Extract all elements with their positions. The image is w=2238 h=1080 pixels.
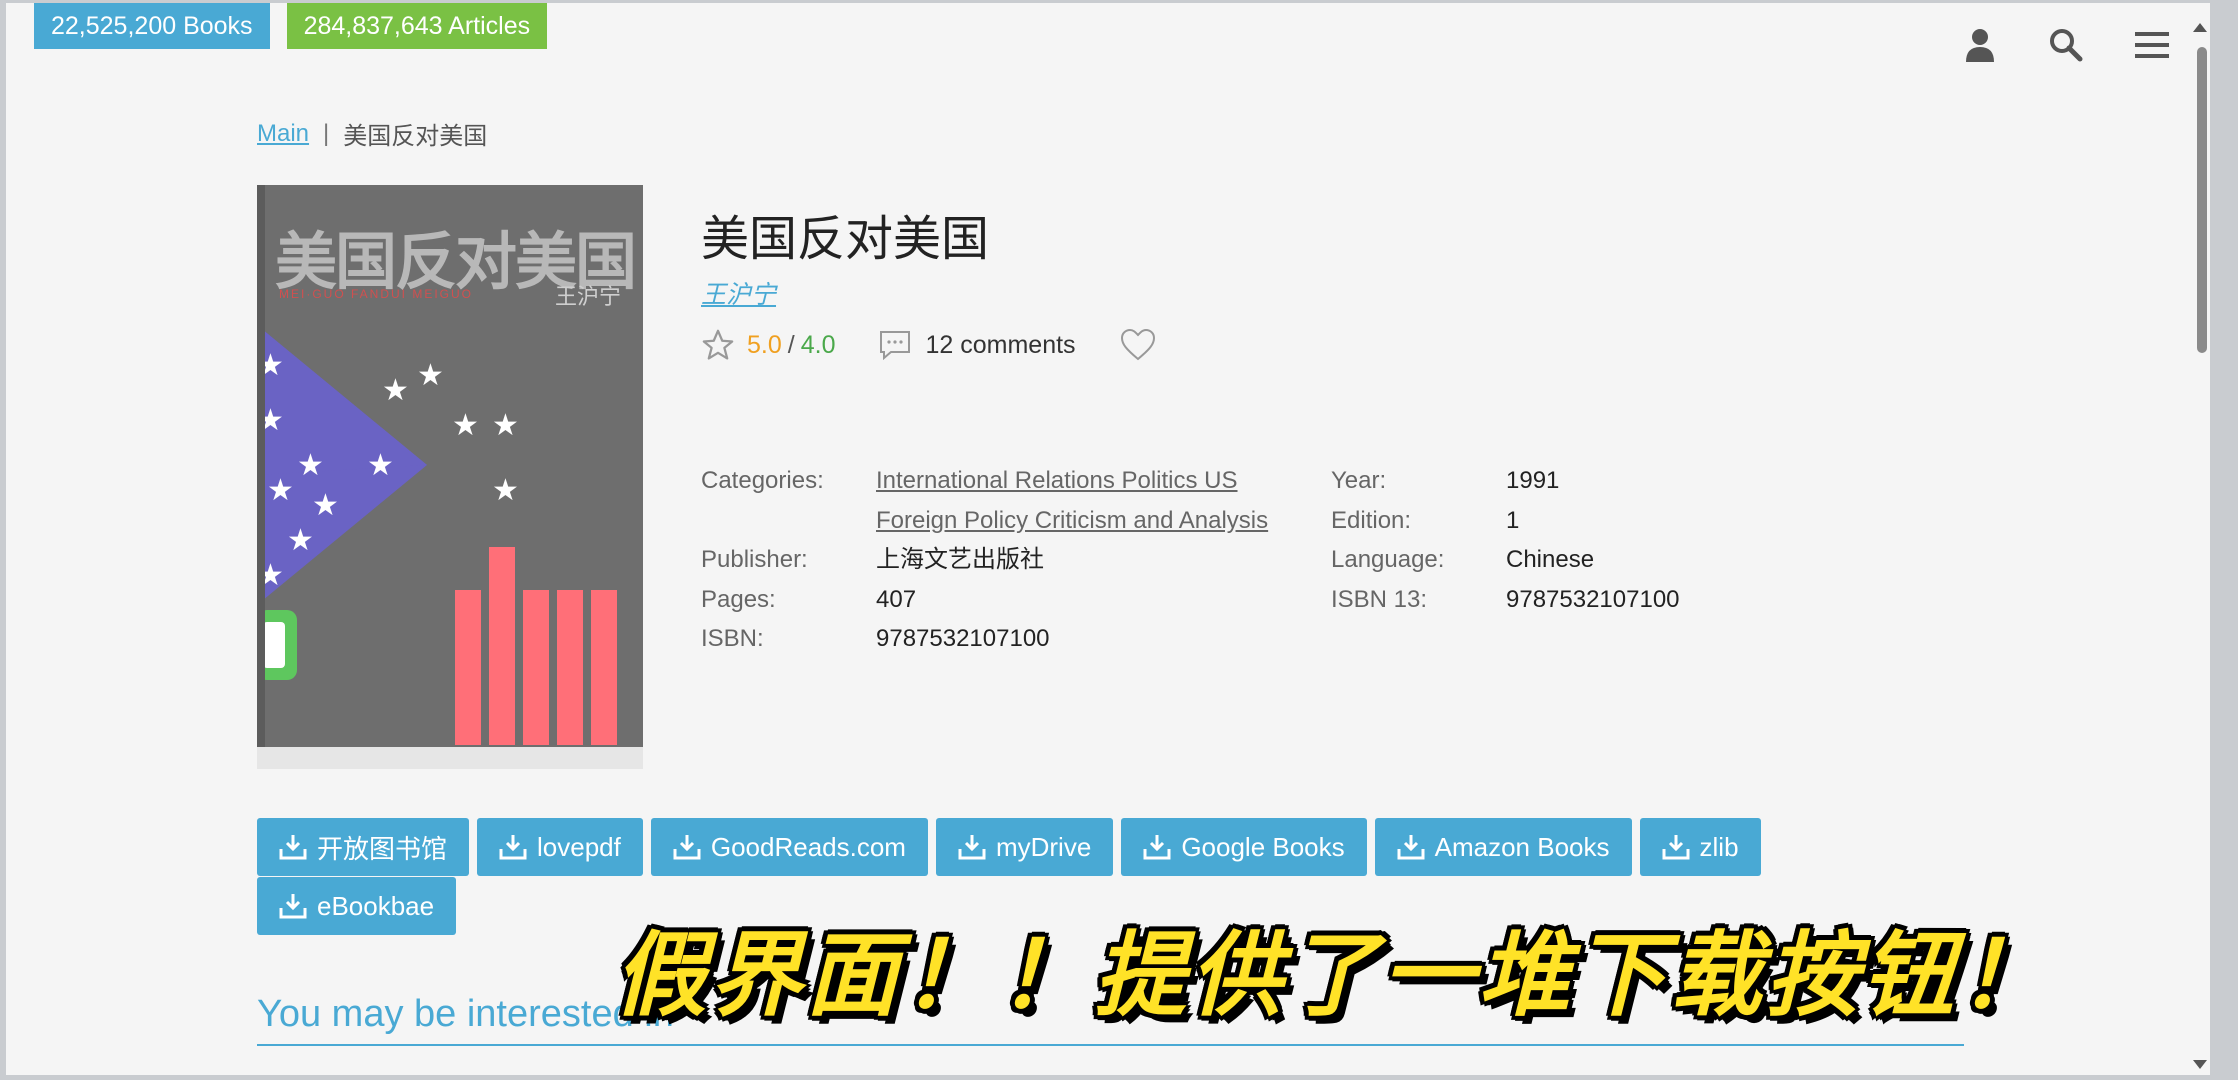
svg-text:★: ★ [267,474,294,507]
svg-text:★: ★ [297,449,324,482]
rating-row: 5.0 / 4.0 12 comments [701,328,1156,362]
svg-text:★: ★ [367,449,394,482]
download-icon [1662,835,1690,860]
heart-icon[interactable] [1120,329,1156,361]
download-button-amazon-books[interactable]: Amazon Books [1374,818,1632,876]
categories-link-line2[interactable]: Foreign Policy Criticism and Analysis [876,501,1326,541]
author-link[interactable]: 王沪宁 [701,275,776,311]
rating-quality: 4.0 [800,330,836,359]
categories-label: Categories: [701,467,824,494]
download-icon [499,835,527,860]
user-icon[interactable] [1962,25,1998,65]
stats-badges: 22,525,200 Books 284,837,643 Articles [34,3,548,49]
language-label: Language: [1331,546,1445,573]
download-icon [958,835,986,860]
edition-label: Edition: [1331,506,1412,534]
pages-label: Pages: [701,585,776,613]
cover-subtitle: MEI·GUO FANDUI MEIGUO [279,287,474,301]
year-label: Year: [1331,467,1387,494]
articles-count-badge[interactable]: 284,837,643 Articles [286,3,548,49]
isbn-label: ISBN: [701,625,764,652]
svg-text:★: ★ [452,409,479,442]
svg-text:★: ★ [312,489,339,522]
year-value: 1991 [1506,467,1560,494]
download-icon [279,894,307,919]
download-icon [1143,835,1171,860]
pages-value: 407 [876,585,917,613]
download-button-ebookbae[interactable]: eBookbae [257,877,457,935]
breadcrumb: Main | 美国反对美国 [257,116,487,151]
breadcrumb-main-link[interactable]: Main [257,120,309,148]
download-button-zlib[interactable]: zlib [1639,818,1761,876]
svg-text:★: ★ [382,374,409,407]
comments-count: 12 comments [925,330,1076,359]
books-count-badge[interactable]: 22,525,200 Books [34,3,270,49]
categories-link-line1[interactable]: International Relations Politics US [876,461,1326,501]
book-title: 美国反对美国 [701,211,990,267]
download-button-lovepdf[interactable]: lovepdf [477,818,643,876]
publisher-value: 上海文艺出版社 [876,546,1044,573]
cover-spine-edge [257,185,265,769]
isbn13-label: ISBN 13: [1331,585,1428,613]
scroll-up-arrow-icon[interactable] [2193,23,2207,32]
svg-text:★: ★ [492,474,519,507]
download-button-goodreads[interactable]: GoodReads.com [650,818,928,876]
download-buttons-row1: 开放图书馆 lovepdf GoodReads.com myDrive Goog… [257,818,1817,876]
book-properties-right: Year: 1991 Edition: 1 Language: Chinese … [1331,461,1806,619]
video-caption-overlay: 假界面！！提供了一堆下载按钮！ [614,922,2055,1029]
scroll-down-arrow-icon[interactable] [2193,1060,2207,1069]
download-button-mydrive[interactable]: myDrive [935,818,1114,876]
language-value: Chinese [1506,546,1595,573]
download-button-openlibrary[interactable]: 开放图书馆 [257,818,470,876]
browser-page: 22,525,200 Books 284,837,643 Articles Ma… [6,3,2210,1075]
svg-text:★: ★ [287,524,314,557]
svg-text:★: ★ [492,409,519,442]
cover-author: 王沪宁 [554,285,621,310]
comments-link[interactable]: 12 comments [879,330,1076,360]
menu-icon[interactable] [2134,25,2170,65]
download-icon [279,835,307,860]
isbn-value: 9787532107100 [876,625,1050,652]
download-icon [673,835,701,860]
book-cover[interactable]: ★ ★ ★ ★ ★ ★ ★ ★ ★ ★ ★ ★ ★ 美国反对美国 MEI·GUO… [257,185,643,769]
top-icons [1962,25,2170,65]
rating-user: 5.0 [747,330,782,359]
rating-separator: / [787,330,795,359]
edition-value: 1 [1506,506,1520,534]
download-icon [1397,835,1425,860]
isbn13-value: 9787532107100 [1506,585,1680,613]
book-properties-left: Categories: International Relations Poli… [701,461,1326,659]
comment-icon [879,330,911,360]
publisher-label: Publisher: [701,546,808,573]
scrollbar-thumb[interactable] [2197,47,2207,353]
breadcrumb-separator: | [323,119,330,147]
search-icon[interactable] [2048,25,2084,65]
download-button-google-books[interactable]: Google Books [1121,818,1367,876]
cover-bottom-margin [257,747,643,769]
svg-text:★: ★ [417,359,444,392]
star-icon[interactable] [701,328,735,362]
breadcrumb-current: 美国反对美国 [343,123,488,150]
vertical-scrollbar[interactable] [2192,43,2210,1043]
